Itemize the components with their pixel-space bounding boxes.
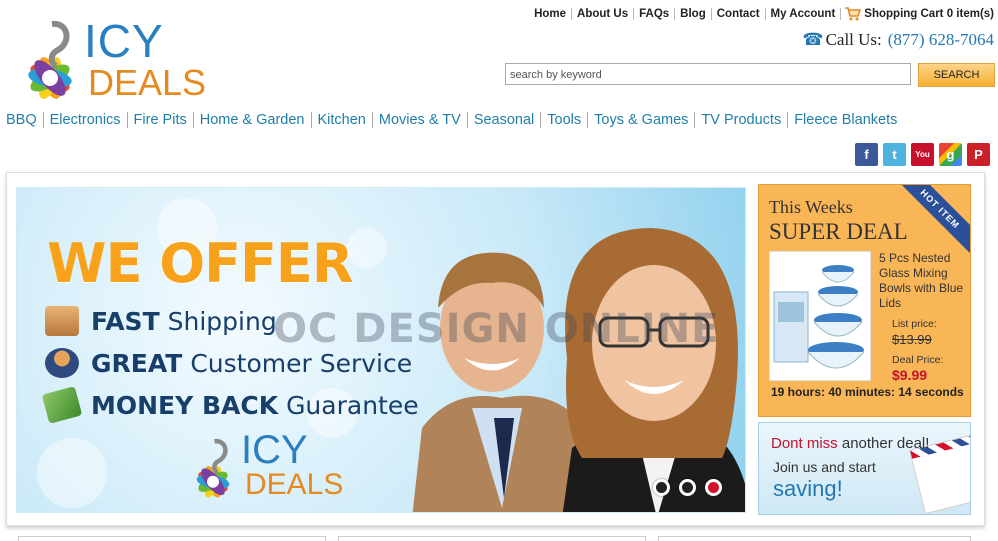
banner-bubble (347, 228, 387, 268)
banner-bubble (37, 438, 107, 508)
category-home-garden[interactable]: Home & Garden (192, 112, 311, 128)
twitter-icon[interactable]: t (883, 143, 906, 166)
feature-bold: FAST (91, 306, 160, 336)
top-nav: Home About Us FAQs Blog Contact My Accou… (529, 6, 994, 21)
banner-logo-flower-icon (196, 438, 230, 498)
watermark-text: OC DESIGN ONLINE (273, 306, 720, 352)
mixing-bowls-image (773, 265, 865, 369)
cart-icon (845, 7, 862, 21)
facebook-icon[interactable]: f (855, 143, 878, 166)
category-kitchen[interactable]: Kitchen (310, 112, 372, 128)
call-us: ☎ Call Us: (877) 628-7064 (802, 30, 994, 50)
feature-bold: GREAT (91, 348, 183, 378)
promo-headline: Dont miss another deal! (771, 435, 929, 452)
slider-dot-1[interactable] (653, 479, 670, 496)
slider-dot-2[interactable] (679, 479, 696, 496)
nav-link-blog[interactable]: Blog (675, 7, 712, 20)
nav-link-faqs[interactable]: FAQs (634, 7, 676, 20)
nav-link-about[interactable]: About Us (572, 7, 635, 20)
phone-icon: ☎ (802, 30, 824, 49)
hero-banner[interactable]: WE OFFER FAST Shipping GREAT Customer Se… (16, 187, 746, 513)
deal-title-line2: SUPER DEAL (769, 219, 908, 244)
logo-flower-icon (28, 20, 72, 99)
nav-link-home[interactable]: Home (529, 7, 573, 20)
deal-price-value: $9.99 (892, 367, 928, 383)
list-price-value: $13.99 (892, 332, 932, 347)
slider-dots (653, 479, 722, 496)
nav-link-account[interactable]: My Account (766, 7, 842, 20)
banner-feature-shipping: FAST Shipping (45, 306, 277, 336)
logo-word-deals: DEALS (88, 62, 207, 103)
deal-title-line1: This Weeks (769, 197, 853, 217)
feature-rest: Shipping (167, 306, 277, 336)
promo-headline-red: Dont miss (771, 435, 838, 452)
logo-word-icy: ICY (84, 15, 164, 67)
money-icon (41, 386, 83, 424)
feature-rest: Guarantee (286, 390, 419, 420)
super-deal-panel[interactable]: This Weeks SUPER DEAL HOT ITEM 5 Pcs Nes… (758, 184, 971, 417)
cart-label: Shopping Cart 0 item(s) (864, 7, 994, 20)
banner-feature-guarantee: MONEY BACK Guarantee (41, 386, 419, 424)
category-toys-games[interactable]: Toys & Games (587, 112, 694, 128)
category-bbq[interactable]: BBQ (6, 112, 43, 128)
site-logo[interactable]: ICY DEALS (10, 12, 206, 104)
call-us-label: Call Us: (825, 30, 882, 49)
youtube-icon[interactable]: You (911, 143, 934, 166)
newsletter-promo[interactable]: Dont miss another deal! Join us and star… (758, 422, 971, 515)
category-tools[interactable]: Tools (540, 112, 587, 128)
bottom-box (18, 536, 326, 541)
slider-dot-3[interactable] (705, 479, 722, 496)
deal-countdown: 19 hours: 40 minutes: 14 seconds (771, 385, 964, 399)
category-nav: BBQ Electronics Fire Pits Home & Garden … (6, 112, 903, 128)
feature-rest: Customer Service (190, 348, 413, 378)
shopping-cart-link[interactable]: Shopping Cart 0 item(s) (844, 6, 994, 21)
nav-link-contact[interactable]: Contact (712, 7, 766, 20)
shipping-box-icon (45, 306, 79, 336)
banner-logo: ICY DEALS (183, 428, 353, 508)
bottom-box (338, 536, 646, 541)
list-price-label: List price: (892, 318, 937, 330)
banner-headline: WE OFFER (47, 232, 353, 295)
search-button[interactable]: SEARCH (918, 63, 995, 87)
banner-logo-word-icy: ICY (241, 428, 308, 472)
social-links: f t You g P (855, 143, 990, 166)
promo-headline-gray: another deal! (841, 435, 930, 452)
support-agent-icon (45, 348, 79, 378)
category-electronics[interactable]: Electronics (42, 112, 127, 128)
promo-line2: Join us and start (773, 459, 876, 475)
google-plus-icon[interactable]: g (939, 143, 962, 166)
search-input[interactable]: search by keyword (505, 63, 911, 85)
banner-people-image (412, 228, 745, 512)
page: ICY DEALS Home About Us FAQs Blog Contac… (0, 0, 998, 541)
category-seasonal[interactable]: Seasonal (466, 112, 540, 128)
promo-line3: saving! (773, 476, 843, 501)
banner-feature-service: GREAT Customer Service (45, 348, 412, 378)
deal-product-image[interactable] (769, 251, 871, 381)
category-fleece-blankets[interactable]: Fleece Blankets (787, 112, 903, 128)
bottom-box (658, 536, 971, 541)
category-movies-tv[interactable]: Movies & TV (371, 112, 467, 128)
phone-number[interactable]: (877) 628-7064 (888, 30, 994, 50)
pinterest-icon[interactable]: P (967, 143, 990, 166)
category-tv-products[interactable]: TV Products (694, 112, 787, 128)
deal-price-label: Deal Price: (892, 354, 944, 366)
feature-bold: MONEY BACK (91, 390, 279, 420)
banner-logo-word-deals: DEALS (245, 468, 344, 501)
category-fire-pits[interactable]: Fire Pits (126, 112, 193, 128)
deal-product-name[interactable]: 5 Pcs Nested Glass Mixing Bowls with Blu… (879, 251, 969, 311)
